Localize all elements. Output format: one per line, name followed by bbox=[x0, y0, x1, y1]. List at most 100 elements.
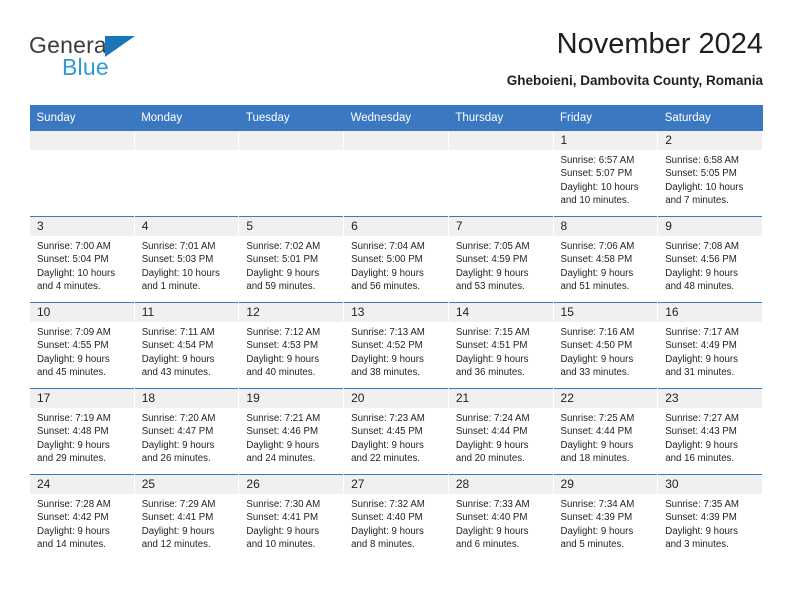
day-details: Sunrise: 7:00 AM Sunset: 5:04 PM Dayligh… bbox=[30, 236, 134, 294]
sunset-text: Sunset: 4:55 PM bbox=[37, 340, 109, 352]
daylight-text-line2: and 51 minutes. bbox=[560, 281, 630, 293]
day-details: Sunrise: 7:35 AM Sunset: 4:39 PM Dayligh… bbox=[658, 494, 762, 552]
sunrise-text: Sunrise: 7:06 AM bbox=[560, 241, 635, 252]
weekday-header-sunday: Sunday bbox=[29, 105, 135, 131]
day-cell[interactable]: 19 Sunrise: 7:21 AM Sunset: 4:46 PM Dayl… bbox=[238, 388, 345, 475]
sunset-text: Sunset: 4:46 PM bbox=[246, 426, 319, 438]
day-number: 25 bbox=[134, 475, 239, 494]
logo-text-blue: Blue bbox=[62, 54, 109, 80]
day-details: Sunrise: 6:57 AM Sunset: 5:07 PM Dayligh… bbox=[554, 150, 658, 208]
daylight-text-line2: and 14 minutes. bbox=[37, 539, 106, 551]
day-cell[interactable]: 14 Sunrise: 7:15 AM Sunset: 4:51 PM Dayl… bbox=[447, 302, 554, 389]
day-cell[interactable]: 16 Sunrise: 7:17 AM Sunset: 4:49 PM Dayl… bbox=[657, 302, 763, 389]
day-details: Sunrise: 7:06 AM Sunset: 4:58 PM Dayligh… bbox=[554, 236, 658, 294]
day-cell[interactable]: 22 Sunrise: 7:25 AM Sunset: 4:44 PM Dayl… bbox=[552, 388, 659, 475]
day-cell[interactable]: 13 Sunrise: 7:13 AM Sunset: 4:52 PM Dayl… bbox=[343, 302, 449, 389]
day-cell[interactable]: 23 Sunrise: 7:27 AM Sunset: 4:43 PM Dayl… bbox=[657, 388, 763, 475]
sunrise-text: Sunrise: 7:05 AM bbox=[455, 241, 530, 252]
sunset-text: Sunset: 4:44 PM bbox=[455, 426, 528, 438]
daylight-text-line2: and 6 minutes. bbox=[455, 539, 520, 551]
sunset-text: Sunset: 4:40 PM bbox=[351, 512, 423, 524]
sunrise-text: Sunrise: 7:16 AM bbox=[560, 327, 635, 338]
calendar-page: General Blue November 2024 Gheboieni, Da… bbox=[0, 0, 792, 612]
day-cell[interactable]: 8 Sunrise: 7:06 AM Sunset: 4:58 PM Dayli… bbox=[552, 216, 659, 303]
day-cell[interactable]: 20 Sunrise: 7:23 AM Sunset: 4:45 PM Dayl… bbox=[343, 388, 449, 475]
weekday-header-thursday: Thursday bbox=[448, 105, 554, 131]
daylight-text-line2: and 31 minutes. bbox=[665, 367, 735, 379]
sunset-text: Sunset: 4:39 PM bbox=[665, 512, 737, 524]
day-cell[interactable] bbox=[447, 131, 554, 217]
day-cell[interactable]: 6 Sunrise: 7:04 AM Sunset: 5:00 PM Dayli… bbox=[343, 216, 449, 303]
day-details: Sunrise: 7:34 AM Sunset: 4:39 PM Dayligh… bbox=[554, 494, 658, 552]
day-cell[interactable]: 15 Sunrise: 7:16 AM Sunset: 4:50 PM Dayl… bbox=[552, 302, 659, 389]
sunset-text: Sunset: 5:04 PM bbox=[37, 254, 109, 266]
sunrise-text: Sunrise: 7:01 AM bbox=[141, 241, 216, 252]
day-details: Sunrise: 7:08 AM Sunset: 4:56 PM Dayligh… bbox=[658, 236, 762, 294]
day-number: 8 bbox=[553, 217, 658, 236]
day-cell[interactable]: 2 Sunrise: 6:58 AM Sunset: 5:05 PM Dayli… bbox=[657, 131, 763, 217]
sunrise-text: Sunrise: 6:58 AM bbox=[665, 155, 739, 166]
sunrise-text: Sunrise: 7:33 AM bbox=[455, 499, 530, 510]
sunrise-text: Sunrise: 7:35 AM bbox=[665, 499, 739, 510]
sunrise-text: Sunrise: 7:27 AM bbox=[665, 413, 739, 424]
day-details: Sunrise: 7:19 AM Sunset: 4:48 PM Dayligh… bbox=[30, 408, 134, 466]
sunset-text: Sunset: 4:42 PM bbox=[37, 512, 109, 524]
daylight-text-line1: Daylight: 9 hours bbox=[246, 267, 320, 279]
day-cell[interactable] bbox=[133, 131, 240, 217]
day-cell[interactable]: 9 Sunrise: 7:08 AM Sunset: 4:56 PM Dayli… bbox=[657, 216, 763, 303]
day-cell[interactable]: 28 Sunrise: 7:33 AM Sunset: 4:40 PM Dayl… bbox=[447, 474, 554, 560]
day-cell[interactable]: 29 Sunrise: 7:34 AM Sunset: 4:39 PM Dayl… bbox=[552, 474, 659, 560]
day-details: Sunrise: 7:30 AM Sunset: 4:41 PM Dayligh… bbox=[239, 494, 343, 552]
day-cell[interactable] bbox=[343, 131, 449, 217]
daylight-text-line2: and 7 minutes. bbox=[665, 195, 729, 207]
day-details: Sunrise: 7:01 AM Sunset: 5:03 PM Dayligh… bbox=[135, 236, 239, 294]
day-details: Sunrise: 7:24 AM Sunset: 4:44 PM Dayligh… bbox=[449, 408, 553, 466]
day-number: 14 bbox=[448, 303, 553, 322]
day-number: 17 bbox=[30, 389, 134, 408]
day-cell[interactable]: 3 Sunrise: 7:00 AM Sunset: 5:04 PM Dayli… bbox=[29, 216, 135, 303]
day-details: Sunrise: 7:13 AM Sunset: 4:52 PM Dayligh… bbox=[344, 322, 448, 380]
general-blue-logo[interactable]: General Blue bbox=[29, 32, 209, 88]
day-cell[interactable]: 30 Sunrise: 7:35 AM Sunset: 4:39 PM Dayl… bbox=[657, 474, 763, 560]
day-cell[interactable] bbox=[238, 131, 345, 217]
daylight-text-line1: Daylight: 9 hours bbox=[560, 525, 634, 537]
daylight-text-line1: Daylight: 9 hours bbox=[665, 439, 738, 451]
day-number: 30 bbox=[658, 475, 762, 494]
sunset-text: Sunset: 4:48 PM bbox=[37, 426, 109, 438]
day-cell[interactable]: 5 Sunrise: 7:02 AM Sunset: 5:01 PM Dayli… bbox=[238, 216, 345, 303]
day-cell[interactable]: 21 Sunrise: 7:24 AM Sunset: 4:44 PM Dayl… bbox=[447, 388, 554, 475]
day-details: Sunrise: 7:12 AM Sunset: 4:53 PM Dayligh… bbox=[239, 322, 343, 380]
day-cell[interactable]: 11 Sunrise: 7:11 AM Sunset: 4:54 PM Dayl… bbox=[133, 302, 240, 389]
day-cell[interactable]: 1 Sunrise: 6:57 AM Sunset: 5:07 PM Dayli… bbox=[552, 131, 659, 217]
day-cell[interactable]: 17 Sunrise: 7:19 AM Sunset: 4:48 PM Dayl… bbox=[29, 388, 135, 475]
daylight-text-line1: Daylight: 10 hours bbox=[141, 267, 220, 279]
sunrise-text: Sunrise: 7:17 AM bbox=[665, 327, 739, 338]
daylight-text-line2: and 20 minutes. bbox=[455, 453, 525, 465]
sunrise-text: Sunrise: 7:09 AM bbox=[37, 327, 111, 338]
day-number: 23 bbox=[658, 389, 762, 408]
daylight-text-line2: and 38 minutes. bbox=[351, 367, 421, 379]
week-row: 17 Sunrise: 7:19 AM Sunset: 4:48 PM Dayl… bbox=[29, 388, 763, 475]
daylight-text-line2: and 1 minute. bbox=[141, 281, 201, 293]
day-details: Sunrise: 7:17 AM Sunset: 4:49 PM Dayligh… bbox=[658, 322, 762, 380]
day-cell[interactable]: 26 Sunrise: 7:30 AM Sunset: 4:41 PM Dayl… bbox=[238, 474, 345, 560]
sunrise-text: Sunrise: 7:04 AM bbox=[351, 241, 425, 252]
day-details bbox=[135, 150, 239, 154]
sunrise-text: Sunrise: 6:57 AM bbox=[560, 155, 635, 166]
day-number: 7 bbox=[448, 217, 553, 236]
day-cell[interactable]: 4 Sunrise: 7:01 AM Sunset: 5:03 PM Dayli… bbox=[133, 216, 240, 303]
day-cell[interactable]: 18 Sunrise: 7:20 AM Sunset: 4:47 PM Dayl… bbox=[133, 388, 240, 475]
day-details: Sunrise: 7:25 AM Sunset: 4:44 PM Dayligh… bbox=[554, 408, 658, 466]
day-cell[interactable]: 27 Sunrise: 7:32 AM Sunset: 4:40 PM Dayl… bbox=[343, 474, 449, 560]
day-cell[interactable]: 10 Sunrise: 7:09 AM Sunset: 4:55 PM Dayl… bbox=[29, 302, 135, 389]
daylight-text-line2: and 8 minutes. bbox=[351, 539, 415, 551]
day-cell[interactable]: 25 Sunrise: 7:29 AM Sunset: 4:41 PM Dayl… bbox=[133, 474, 240, 560]
sunset-text: Sunset: 4:45 PM bbox=[351, 426, 423, 438]
daylight-text-line1: Daylight: 9 hours bbox=[351, 439, 424, 451]
daylight-text-line2: and 48 minutes. bbox=[665, 281, 735, 293]
day-cell[interactable]: 7 Sunrise: 7:05 AM Sunset: 4:59 PM Dayli… bbox=[447, 216, 554, 303]
day-cell[interactable] bbox=[29, 131, 135, 217]
sunrise-sunset-calendar: Sunday Monday Tuesday Wednesday Thursday… bbox=[29, 105, 763, 560]
day-cell[interactable]: 12 Sunrise: 7:12 AM Sunset: 4:53 PM Dayl… bbox=[238, 302, 345, 389]
day-cell[interactable]: 24 Sunrise: 7:28 AM Sunset: 4:42 PM Dayl… bbox=[29, 474, 135, 560]
